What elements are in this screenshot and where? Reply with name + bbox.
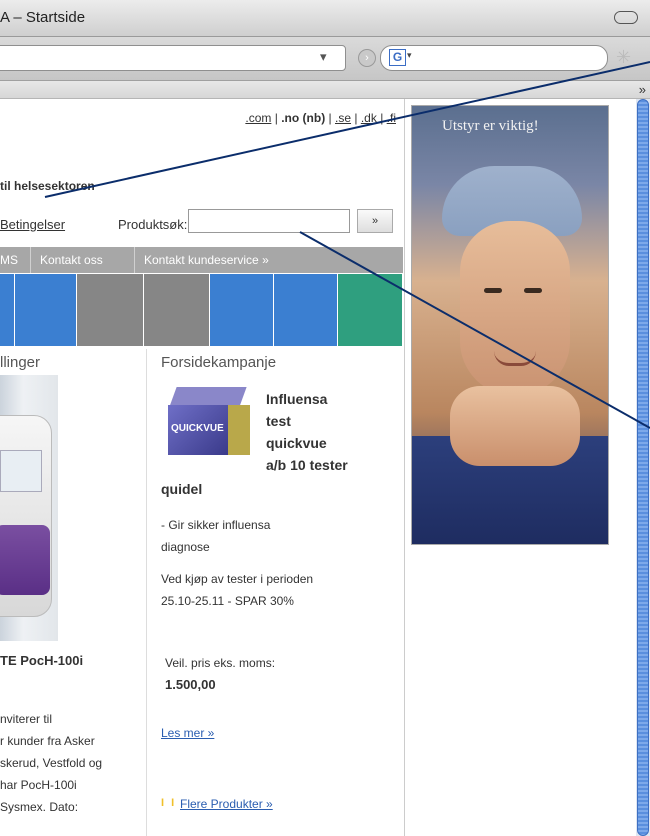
read-more-link[interactable]: Les mer » (161, 723, 214, 743)
left-text-line: Sysmex. Dato: (0, 800, 79, 814)
country-links: .com | .no (nb) | .se | .dk | .fi (245, 111, 396, 125)
bullet-icon: I I (161, 797, 177, 809)
campaign-heading: Forsidekampanje (161, 354, 277, 371)
separator: | (328, 111, 332, 125)
nav-separator (134, 247, 135, 273)
separator: | (274, 111, 278, 125)
left-text-line: nviterer til (0, 712, 53, 726)
scrollbar-thumb[interactable] (637, 99, 649, 836)
device-cartridge (0, 525, 50, 595)
country-link-no[interactable]: .no (nb) (281, 111, 325, 125)
box-top (169, 387, 247, 407)
product-search-label: Produktsøk: (118, 217, 188, 232)
loading-spinner-icon: ✳ (616, 47, 632, 67)
main-nav: MS Kontakt oss Kontakt kundeservice » (0, 247, 403, 273)
country-link-se[interactable]: .se (335, 111, 351, 125)
scrollbar[interactable] (636, 99, 650, 836)
country-link-dk[interactable]: .dk (361, 111, 377, 125)
ad-eye (484, 288, 502, 293)
nav-separator (30, 247, 31, 273)
search-field[interactable]: G ▾ (380, 45, 608, 71)
terms-link[interactable]: Betingelser (0, 217, 65, 232)
campaign-title-line[interactable]: quickvue (266, 433, 327, 453)
left-text-line: r kunder fra Asker (0, 734, 95, 748)
nav-item-kontakt-kundeservice[interactable]: Kontakt kundeservice » (144, 253, 269, 267)
window-title: A – Startside (0, 9, 86, 26)
color-block (274, 274, 339, 346)
ad-hands (450, 386, 580, 466)
toolbar-toggle-button[interactable] (614, 11, 638, 24)
country-link-com[interactable]: .com (245, 111, 271, 125)
color-block (0, 274, 15, 346)
ad-caption: Utstyr er viktig! (442, 118, 539, 134)
bookmarks-overflow-button[interactable]: » (639, 82, 646, 97)
country-link-fi[interactable]: .fi (387, 111, 396, 125)
campaign-title-line[interactable]: test (266, 411, 291, 431)
separator: | (380, 111, 384, 125)
color-block (338, 274, 403, 346)
more-products-link[interactable]: Flere Produkter » (180, 794, 273, 814)
color-block (144, 274, 211, 346)
device-screen (0, 450, 42, 492)
color-block (14, 274, 77, 346)
campaign-product-image[interactable]: QUICKVUE (163, 387, 255, 457)
campaign-desc-line: - Gir sikker influensa (161, 518, 271, 532)
product-image[interactable] (0, 375, 58, 641)
color-block (210, 274, 275, 346)
product-search-button[interactable]: » (357, 209, 393, 233)
search-engine-caret-icon[interactable]: ▾ (407, 50, 412, 61)
bookmarks-bar: » (0, 81, 650, 99)
price-label: Veil. pris eks. moms: (165, 656, 276, 670)
campaign-brand: quidel (161, 481, 203, 497)
nav-item-ms[interactable]: MS (0, 253, 18, 267)
ad-banner[interactable]: Utstyr er viktig! (411, 105, 609, 545)
window-titlebar: A – Startside (0, 0, 650, 37)
color-block-bar (0, 274, 403, 346)
go-button[interactable]: › (358, 49, 376, 67)
ad-eye (524, 288, 542, 293)
box-side (228, 405, 250, 455)
google-icon[interactable]: G (389, 49, 406, 66)
column-divider (146, 349, 147, 836)
campaign-title-line[interactable]: a/b 10 tester (266, 455, 348, 475)
ad-face (460, 221, 570, 396)
left-column-heading: llinger (0, 354, 41, 371)
box-label: QUICKVUE (171, 423, 224, 434)
nav-item-kontakt-oss[interactable]: Kontakt oss (40, 253, 103, 267)
left-text-line: har PocH-100i (0, 778, 77, 792)
product-search-input[interactable] (188, 209, 350, 233)
address-history-dropdown[interactable]: ▾ (320, 49, 327, 65)
site-tagline: til helsesektoren (0, 179, 95, 193)
campaign-desc-line: diagnose (161, 540, 210, 554)
price-value: 1.500,00 (165, 677, 216, 692)
campaign-title-line[interactable]: Influensa (266, 389, 327, 409)
product-name: TE PocH-100i (0, 653, 84, 668)
campaign-offer-line: Ved kjøp av tester i perioden (161, 572, 314, 586)
main-content: .com | .no (nb) | .se | .dk | .fi til he… (0, 99, 405, 836)
left-text-line: skerud, Vestfold og (0, 756, 103, 770)
browser-toolbar: ▾ › G ▾ ✳ (0, 37, 650, 81)
separator: | (354, 111, 358, 125)
address-bar[interactable] (0, 45, 346, 71)
web-page: .com | .no (nb) | .se | .dk | .fi til he… (0, 99, 650, 836)
color-block (76, 274, 145, 346)
campaign-offer-line: 25.10-25.11 - SPAR 30% (161, 594, 294, 608)
